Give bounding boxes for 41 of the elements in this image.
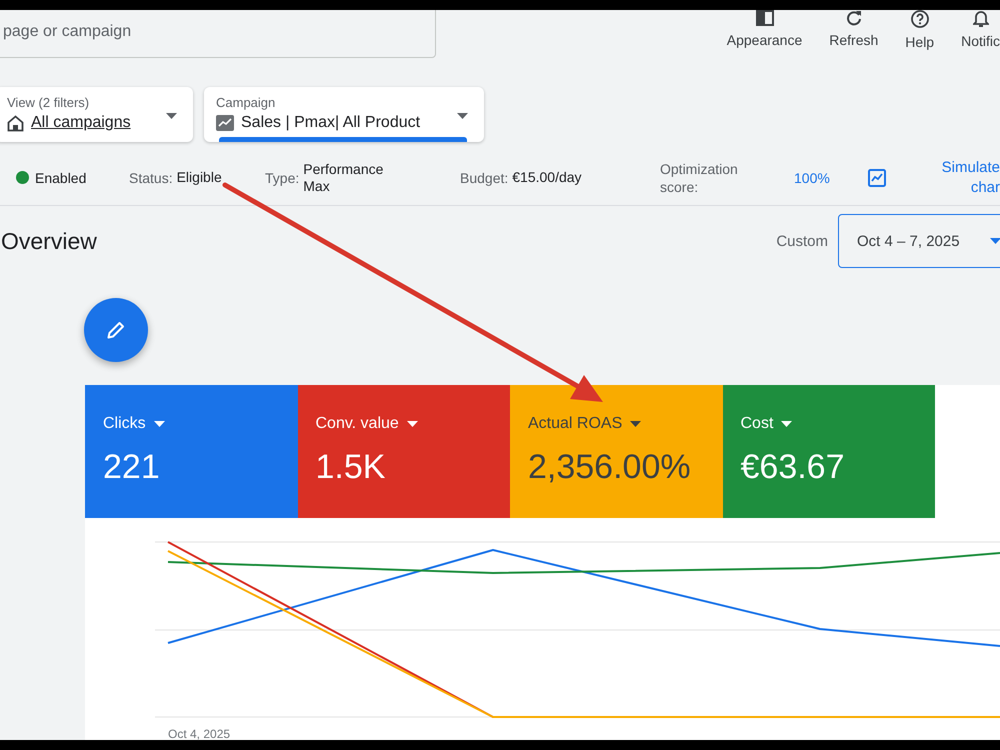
toolbar-button[interactable]: Notific (961, 10, 1000, 50)
bell-icon (972, 10, 989, 27)
search-field[interactable]: page or campaign (0, 10, 436, 58)
date-range-label: Custom (776, 232, 828, 250)
date-range-picker[interactable]: Oct 4 – 7, 2025 (838, 214, 1000, 268)
axis-label: Oct 4, 2025 (168, 727, 230, 740)
caret-icon (630, 421, 642, 427)
field-label: Status: (129, 170, 173, 186)
edit-button[interactable] (84, 298, 148, 362)
caret-icon (781, 421, 792, 427)
optimization-label: Optimization score: (660, 160, 739, 196)
metric-card[interactable]: Clicks 221 (85, 385, 298, 518)
toolbar-button[interactable]: Help (905, 10, 934, 50)
toolbar-button[interactable]: Appearance (726, 10, 802, 50)
filter-dropdown[interactable]: Campaign Sales | Pmax| All Product (204, 87, 484, 142)
caret-icon (990, 238, 1000, 244)
filter-dropdown[interactable]: View (2 filters) All campaigns (0, 87, 193, 142)
section-title: Overview (1, 228, 97, 254)
caret-icon (457, 113, 468, 119)
metric-card[interactable]: Conv. value 1.5K (298, 385, 510, 518)
caret-icon (166, 113, 177, 119)
chart-icon (216, 115, 234, 131)
field-value: Performance Max (303, 160, 384, 194)
caret-icon (154, 421, 165, 427)
refresh-icon (846, 10, 862, 26)
pencil-icon (106, 320, 126, 340)
caret-icon (406, 421, 418, 427)
home-icon (7, 114, 24, 132)
optimization-score-link[interactable]: 100% (794, 170, 830, 186)
help-icon (910, 10, 929, 28)
line-chart-icon[interactable] (868, 168, 886, 186)
simulate-link[interactable]: Simulate char (942, 158, 1000, 198)
panel-icon (756, 10, 774, 26)
field-label: Type: (265, 170, 300, 186)
metric-card[interactable]: Cost €63.67 (722, 385, 935, 518)
field-value: €15.00/day (512, 169, 582, 186)
status-text: Enabled (35, 170, 86, 186)
toolbar-button[interactable]: Refresh (829, 10, 878, 50)
field-label: Budget: (460, 170, 508, 186)
metric-card[interactable]: Actual ROAS 2,356.00% (510, 385, 722, 518)
field-value: Eligible (176, 169, 222, 186)
